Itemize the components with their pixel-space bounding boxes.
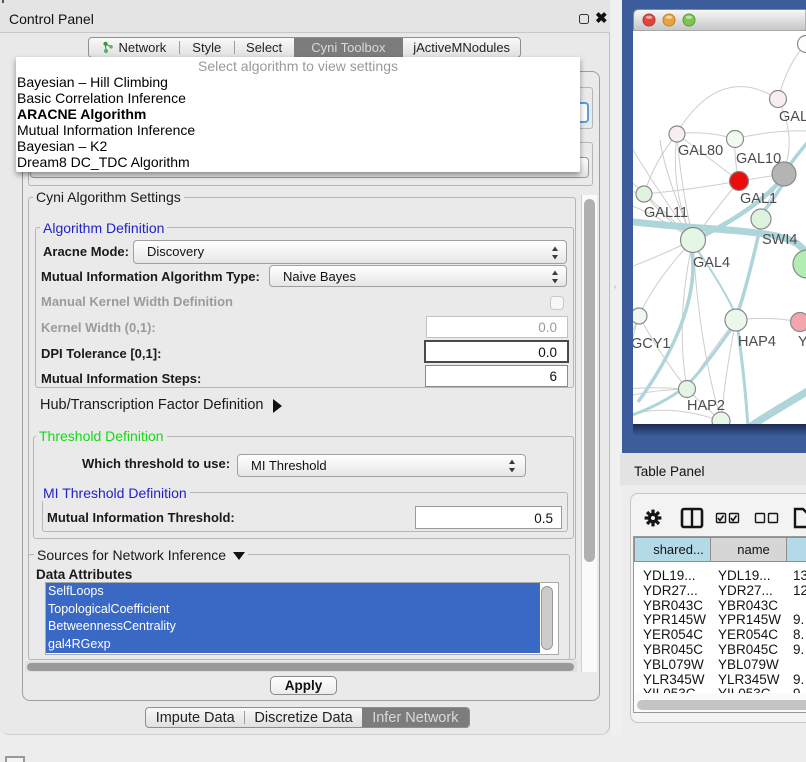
svg-text:GCY1: GCY1	[631, 336, 671, 352]
svg-text:GAL10: GAL10	[736, 151, 781, 167]
svg-text:GAL2: GAL2	[779, 109, 806, 125]
svg-text:GAL4: GAL4	[693, 255, 730, 271]
svg-text:GAL11: GAL11	[644, 205, 688, 221]
svg-text:SWI4: SWI4	[762, 232, 797, 248]
svg-text:GAL1: GAL1	[740, 191, 777, 207]
svg-text:HAP4: HAP4	[738, 334, 776, 350]
svg-text:Y: Y	[798, 334, 806, 350]
svg-text:HAP2: HAP2	[687, 398, 725, 414]
svg-text:GAL80: GAL80	[678, 143, 723, 159]
